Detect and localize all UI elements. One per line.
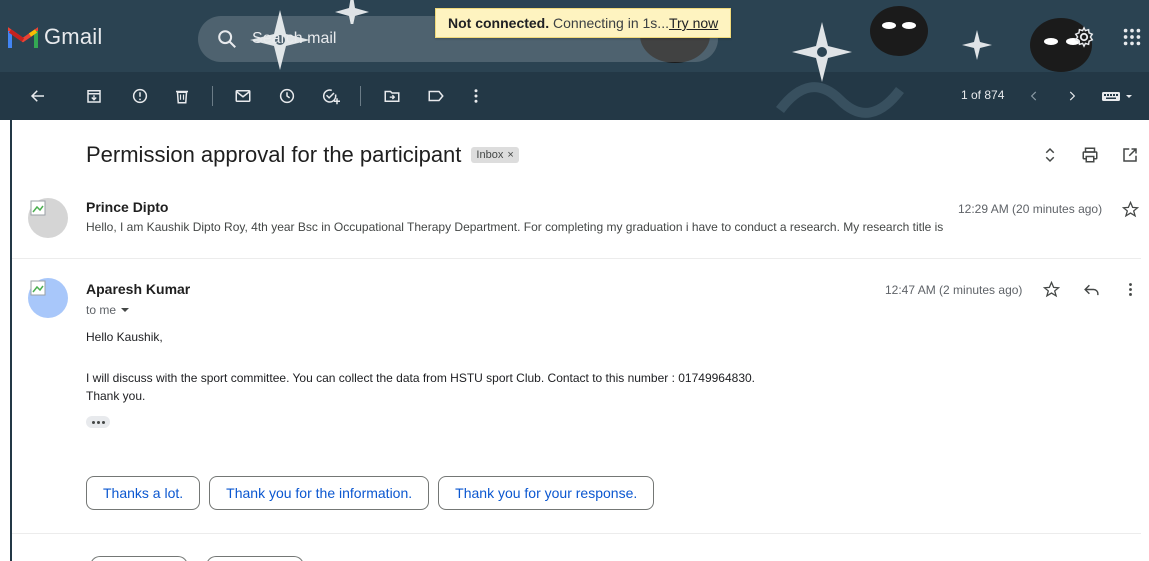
top-bar: Gmail Not connected. Connecting in 1s...… bbox=[0, 0, 1149, 72]
message-time: 12:47 AM (2 minutes ago) bbox=[885, 283, 1023, 297]
settings-icon[interactable] bbox=[1073, 26, 1095, 48]
message-expanded: Aparesh Kumar to me 12:47 AM (2 minutes … bbox=[12, 120, 1149, 561]
archive-button[interactable] bbox=[84, 86, 104, 106]
message-divider bbox=[12, 533, 1141, 534]
smart-reply-button[interactable]: Thank you for the information. bbox=[209, 476, 430, 510]
message-body-line: I will discuss with the sport committee.… bbox=[86, 371, 755, 385]
input-tools-button[interactable] bbox=[1100, 86, 1136, 106]
avatar bbox=[28, 278, 68, 318]
report-spam-button[interactable] bbox=[130, 86, 150, 106]
gmail-m-icon bbox=[8, 27, 38, 48]
more-vert-icon bbox=[474, 89, 478, 103]
message-view: Permission approval for the participant … bbox=[10, 120, 1149, 561]
add-task-icon bbox=[322, 89, 340, 105]
input-tools-icon bbox=[1102, 92, 1132, 101]
search-icon[interactable] bbox=[216, 28, 238, 50]
prev-icon bbox=[1030, 91, 1037, 101]
delete-button[interactable] bbox=[172, 86, 192, 106]
add-task-button[interactable] bbox=[321, 86, 341, 106]
back-arrow-icon bbox=[30, 90, 44, 102]
show-trimmed-content-button[interactable] bbox=[86, 416, 110, 428]
delete-icon bbox=[176, 90, 188, 104]
app-name: Gmail bbox=[44, 24, 103, 49]
reply-forward-buttons bbox=[90, 556, 304, 561]
notice-title: Not connected. bbox=[448, 15, 550, 31]
message-body-line: Hello Kaushik, bbox=[86, 330, 163, 344]
reply-icon[interactable] bbox=[1083, 281, 1100, 298]
recipient-details-toggle[interactable]: to me bbox=[86, 303, 130, 317]
more-vert-icon[interactable] bbox=[1122, 281, 1139, 298]
caret-down-icon bbox=[121, 308, 130, 312]
smart-reply-button[interactable]: Thank you for your response. bbox=[438, 476, 655, 510]
mark-unread-button[interactable] bbox=[233, 86, 253, 106]
toolbar-divider bbox=[212, 86, 213, 106]
older-button[interactable] bbox=[1062, 86, 1082, 106]
snooze-icon bbox=[279, 88, 295, 104]
smart-reply-button[interactable]: Thanks a lot. bbox=[86, 476, 201, 510]
newer-button[interactable] bbox=[1024, 86, 1044, 106]
message-toolbar: 1 of 874 bbox=[0, 72, 1149, 120]
more-options-button[interactable] bbox=[466, 86, 486, 106]
message-body-line: Thank you. bbox=[86, 389, 146, 403]
try-now-link[interactable]: Try now bbox=[669, 15, 718, 31]
archive-icon bbox=[87, 90, 101, 103]
back-button[interactable] bbox=[28, 86, 48, 106]
smart-replies: Thanks a lot. Thank you for the informat… bbox=[86, 476, 655, 510]
recipient-text: to me bbox=[86, 303, 117, 317]
snooze-button[interactable] bbox=[277, 86, 297, 106]
notice-text: Connecting in 1s... bbox=[549, 15, 669, 31]
forward-button[interactable] bbox=[206, 556, 304, 561]
connection-notice: Not connected. Connecting in 1s...Try no… bbox=[435, 8, 732, 38]
apps-icon[interactable] bbox=[1121, 26, 1143, 48]
broken-image-icon bbox=[30, 280, 46, 296]
message-counter: 1 of 874 bbox=[961, 88, 1005, 102]
move-to-button[interactable] bbox=[382, 86, 402, 106]
mark-unread-icon bbox=[235, 90, 251, 102]
next-icon bbox=[1069, 91, 1076, 101]
label-icon bbox=[428, 90, 444, 102]
report-spam-icon bbox=[132, 88, 148, 104]
move-to-icon bbox=[384, 90, 400, 102]
gmail-logo[interactable]: Gmail bbox=[8, 24, 102, 50]
reply-button[interactable] bbox=[90, 556, 188, 561]
star-icon[interactable] bbox=[1043, 281, 1060, 298]
toolbar-divider bbox=[360, 86, 361, 106]
labels-button[interactable] bbox=[426, 86, 446, 106]
top-right-icons bbox=[1025, 26, 1143, 48]
sender-name: Aparesh Kumar bbox=[86, 281, 191, 297]
